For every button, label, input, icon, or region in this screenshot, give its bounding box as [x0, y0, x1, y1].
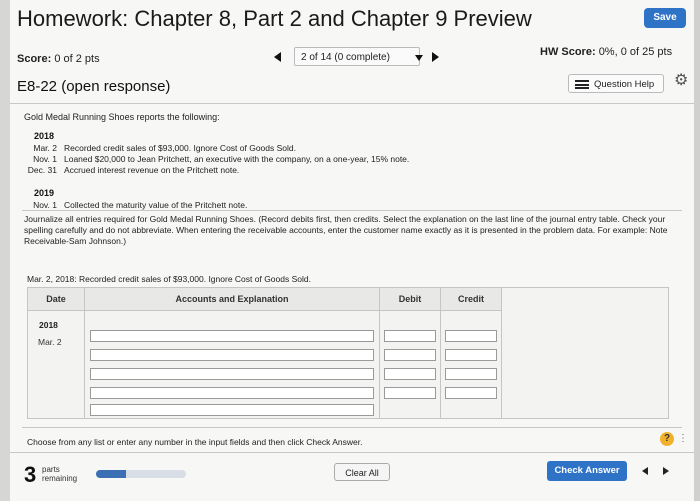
- account-input-3[interactable]: [90, 368, 374, 380]
- account-input-2[interactable]: [90, 349, 374, 361]
- exercise-title: E8-22 (open response): [17, 78, 171, 95]
- transaction-date: Nov. 1: [33, 154, 57, 164]
- answer-hint: Choose from any list or enter any number…: [27, 437, 363, 447]
- question-help-button[interactable]: Question Help: [568, 74, 664, 93]
- column-header-credit: Credit: [441, 288, 501, 311]
- score-label: Score:: [17, 53, 52, 65]
- previous-part-icon[interactable]: [642, 467, 648, 475]
- next-question-icon[interactable]: [432, 52, 439, 62]
- divider: [10, 452, 694, 453]
- hw-score-value: 0%, 0 of 25 pts: [598, 46, 673, 58]
- divider: [22, 210, 682, 211]
- chevron-down-icon: [415, 55, 423, 61]
- journal-year: 2018: [39, 320, 58, 330]
- credit-input-3[interactable]: [445, 368, 497, 380]
- transaction-row: Nov. 1 Collected the maturity value of th…: [17, 200, 247, 210]
- question-select[interactable]: 2 of 14 (0 complete): [294, 47, 423, 66]
- debit-input-4[interactable]: [384, 387, 436, 399]
- credit-input-1[interactable]: [445, 330, 497, 342]
- instructions: Journalize all entries required for Gold…: [24, 214, 668, 246]
- previous-question-icon[interactable]: [274, 52, 281, 62]
- explanation-input[interactable]: [90, 404, 374, 416]
- divider: [22, 427, 682, 428]
- transaction-year: 2019: [34, 188, 55, 198]
- journal-entry-table: Date Accounts and Explanation Debit Cred…: [27, 287, 669, 419]
- transaction-text: Loaned $20,000 to Jean Pritchett, an exe…: [64, 154, 410, 164]
- score-readout: Score: 0 of 2 pts: [17, 53, 100, 65]
- transaction-text: Accrued interest revenue on the Pritchet…: [64, 165, 240, 175]
- parts-remaining-count: 3: [24, 462, 37, 487]
- debit-input-3[interactable]: [384, 368, 436, 380]
- remaining-label: remaining: [42, 474, 78, 483]
- transaction-date: Dec. 31: [27, 165, 57, 175]
- gear-icon[interactable]: ⚙: [674, 73, 690, 89]
- transaction-text: Collected the maturity value of the Prit…: [64, 200, 248, 210]
- account-input-1[interactable]: [90, 330, 374, 342]
- left-window-edge: [0, 0, 10, 501]
- journal-prompt: Mar. 2, 2018: Recorded credit sales of $…: [27, 274, 311, 284]
- hw-score-label: HW Score:: [540, 46, 596, 58]
- parts-remaining-label: parts remaining: [42, 465, 77, 483]
- column-header-accounts: Accounts and Explanation: [85, 288, 379, 311]
- transaction-date: Nov. 1: [33, 200, 57, 210]
- right-window-edge: [694, 0, 700, 501]
- credit-input-4[interactable]: [445, 387, 497, 399]
- parts-progress-bar: [96, 470, 186, 478]
- score-value: 0 of 2 pts: [54, 53, 100, 65]
- save-button[interactable]: Save: [644, 8, 686, 28]
- question-position: 2 of 14 (0 complete): [301, 52, 390, 63]
- column-divider: [501, 288, 502, 418]
- check-answer-button[interactable]: Check Answer: [547, 461, 627, 481]
- debit-input-2[interactable]: [384, 349, 436, 361]
- progress-fill: [96, 470, 126, 478]
- account-input-4[interactable]: [90, 387, 374, 399]
- homework-page: Homework: Chapter 8, Part 2 and Chapter …: [10, 0, 694, 501]
- column-header-date: Date: [28, 288, 84, 311]
- screen: Homework: Chapter 8, Part 2 and Chapter …: [0, 0, 700, 501]
- question-help-label: Question Help: [594, 79, 655, 90]
- page-title: Homework: Chapter 8, Part 2 and Chapter …: [17, 6, 532, 31]
- transaction-year: 2018: [34, 131, 55, 141]
- help-icon[interactable]: ?: [660, 432, 674, 446]
- column-divider: [379, 288, 380, 418]
- parts-label: parts: [42, 465, 60, 474]
- credit-input-2[interactable]: [445, 349, 497, 361]
- transaction-row: Dec. 31 Accrued interest revenue on the P…: [17, 165, 240, 175]
- debit-input-1[interactable]: [384, 330, 436, 342]
- hw-score-readout: HW Score: 0%, 0 of 25 pts: [540, 46, 672, 58]
- transaction-row: Nov. 1 Loaned $20,000 to Jean Pritchett, …: [17, 154, 409, 164]
- problem-intro: Gold Medal Running Shoes reports the fol…: [24, 112, 220, 122]
- transaction-text: Recorded credit sales of $93,000. Ignore…: [64, 143, 296, 153]
- column-divider: [84, 288, 85, 418]
- clear-all-button[interactable]: Clear All: [334, 463, 390, 481]
- transaction-row: Mar. 2 Recorded credit sales of $93,000. …: [17, 143, 296, 153]
- column-header-debit: Debit: [380, 288, 440, 311]
- divider: [10, 103, 694, 104]
- transaction-date: Mar. 2: [33, 143, 57, 153]
- column-divider: [440, 288, 441, 418]
- journal-date: Mar. 2: [38, 337, 62, 347]
- list-icon: [575, 80, 589, 89]
- more-options-icon[interactable]: ⋮: [678, 433, 688, 444]
- next-part-icon[interactable]: [663, 467, 669, 475]
